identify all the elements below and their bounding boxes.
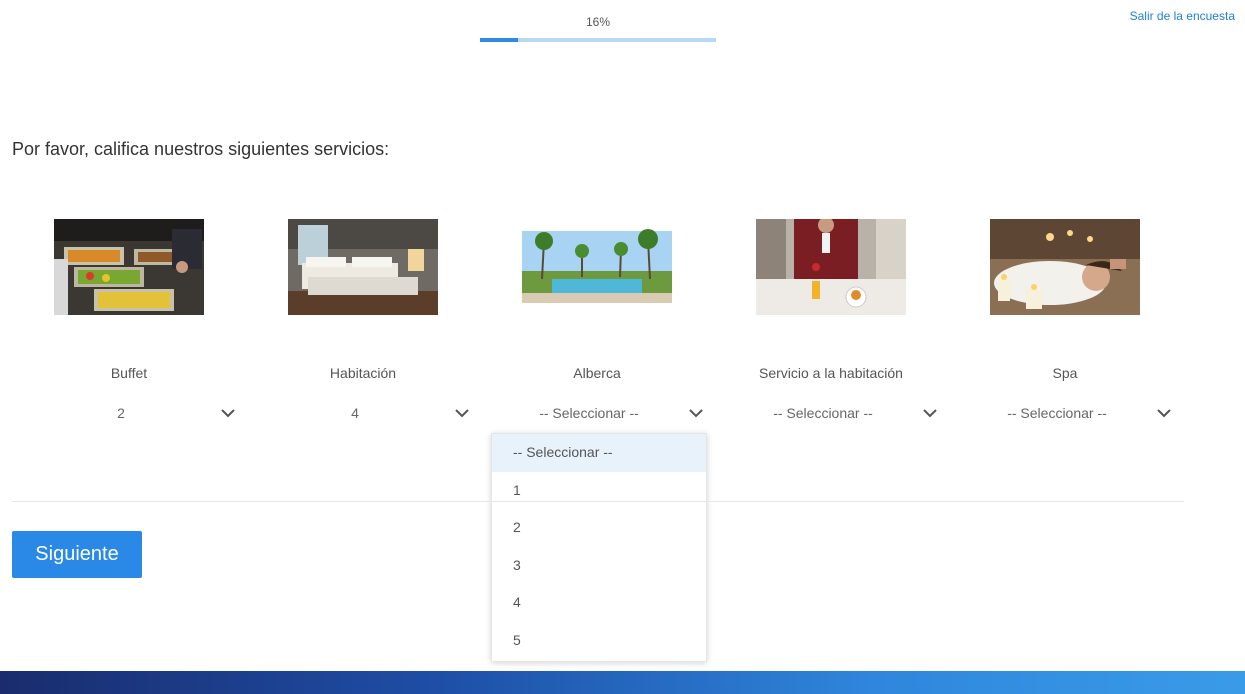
select-value: 2: [117, 405, 125, 421]
buffet-photo: [54, 219, 204, 315]
question-title: Por favor, califica nuestros siguientes …: [12, 139, 390, 159]
service-buffet: Buffet 2: [12, 215, 246, 430]
select-value: 4: [351, 405, 359, 421]
service-label: Habitación: [329, 365, 397, 381]
dropdown-option[interactable]: -- Seleccionar --: [492, 434, 706, 472]
chevron-down-icon: [455, 409, 469, 418]
progress-indicator: 16%: [480, 14, 716, 42]
rating-select-pool[interactable]: -- Seleccionar --: [514, 399, 710, 429]
section-divider: [12, 501, 1184, 502]
spa-photo: [990, 219, 1140, 315]
services-row: Buffet 2 Habitación 4 Alberca -- Selecci…: [12, 215, 1184, 430]
dropdown-option[interactable]: 4: [492, 584, 706, 622]
dropdown-option[interactable]: 1: [492, 472, 706, 510]
progress-bar-fill: [480, 38, 518, 42]
exit-survey-link[interactable]: Salir de la encuesta: [1130, 9, 1235, 23]
rating-dropdown-menu: -- Seleccionar -- 1 2 3 4 5: [491, 433, 707, 662]
select-value: -- Seleccionar --: [1007, 405, 1107, 421]
select-value: -- Seleccionar --: [773, 405, 873, 421]
rating-select-buffet[interactable]: 2: [46, 399, 242, 429]
service-spa: Spa -- Seleccionar --: [948, 215, 1182, 430]
rating-select-spa[interactable]: -- Seleccionar --: [982, 399, 1178, 429]
service-label: Spa: [1052, 365, 1078, 381]
hotel-room-photo: [288, 219, 438, 315]
room-service-photo: [756, 219, 906, 315]
pool-photo: [522, 219, 672, 315]
dropdown-option[interactable]: 2: [492, 509, 706, 547]
service-room-service: Servicio a la habitación -- Seleccionar …: [714, 215, 948, 430]
service-label: Servicio a la habitación: [759, 365, 903, 381]
dropdown-option[interactable]: 3: [492, 547, 706, 585]
chevron-down-icon: [689, 409, 703, 418]
service-label: Alberca: [573, 365, 621, 381]
service-pool: Alberca -- Seleccionar --: [480, 215, 714, 430]
next-button[interactable]: Siguiente: [12, 531, 142, 578]
progress-bar: [480, 38, 716, 42]
service-room: Habitación 4: [246, 215, 480, 430]
chevron-down-icon: [1157, 409, 1171, 418]
rating-select-room-service[interactable]: -- Seleccionar --: [748, 399, 944, 429]
chevron-down-icon: [221, 409, 235, 418]
footer-band: [0, 671, 1245, 694]
chevron-down-icon: [923, 409, 937, 418]
dropdown-option[interactable]: 5: [492, 622, 706, 660]
select-value: -- Seleccionar --: [539, 405, 639, 421]
progress-percentage: 16%: [585, 15, 611, 29]
service-label: Buffet: [110, 365, 148, 381]
rating-select-room[interactable]: 4: [280, 399, 476, 429]
